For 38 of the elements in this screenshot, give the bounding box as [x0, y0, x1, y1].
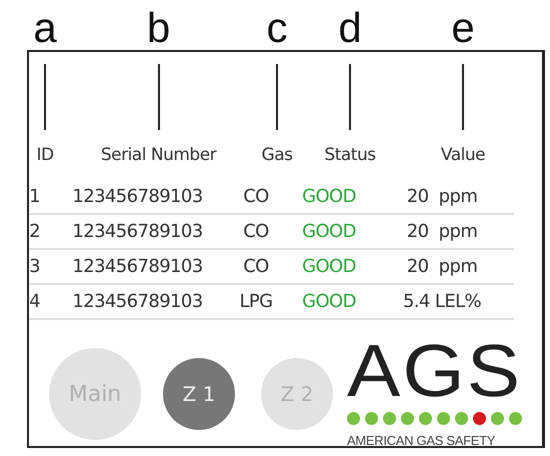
column-header: Gas	[262, 145, 292, 165]
table-cell: 123456789103	[72, 291, 203, 312]
status-cell: GOOD	[302, 256, 356, 277]
table-cell: 20 ppm	[406, 256, 478, 277]
table-cell: 123456789103	[72, 186, 203, 207]
status-cell: GOOD	[302, 291, 356, 312]
table-cell: 123456789103	[72, 221, 203, 242]
table-cell: CO	[243, 221, 269, 242]
status-cell: GOOD	[302, 221, 356, 242]
callout-letter: d	[338, 6, 362, 50]
column-header: ID	[36, 145, 54, 165]
table-cell: 1	[29, 186, 40, 207]
column-header: Value	[440, 145, 486, 165]
callout-letter: e	[451, 6, 475, 50]
table-cell: 2	[29, 221, 40, 242]
leader-line	[158, 64, 160, 130]
logo-tagline: AMERICAN GAS SAFETY	[347, 433, 496, 448]
leader-line	[349, 64, 351, 130]
table-cell: 123456789103	[72, 256, 203, 277]
table-cell: 20 ppm	[406, 186, 478, 207]
logo-text: AGS	[347, 340, 522, 402]
callout-letter: a	[33, 6, 57, 50]
table-cell: CO	[243, 256, 269, 277]
table-cell: CO	[243, 186, 269, 207]
table-cell: 3	[29, 256, 40, 277]
status-cell: GOOD	[302, 186, 356, 207]
table-cell: 20 ppm	[406, 221, 478, 242]
callout-letter: c	[266, 6, 288, 50]
table-cell: LPG	[239, 291, 273, 312]
callout-letter: b	[146, 6, 170, 50]
table-cell: 5.4 LEL%	[402, 291, 482, 312]
column-header: Status	[324, 145, 376, 165]
leader-line	[44, 64, 46, 130]
table-cell: 4	[29, 291, 40, 312]
leader-line	[276, 64, 278, 130]
column-header: Serial Number	[100, 145, 216, 165]
leader-line	[462, 64, 464, 130]
zone-button[interactable]: Z 1	[163, 358, 235, 430]
